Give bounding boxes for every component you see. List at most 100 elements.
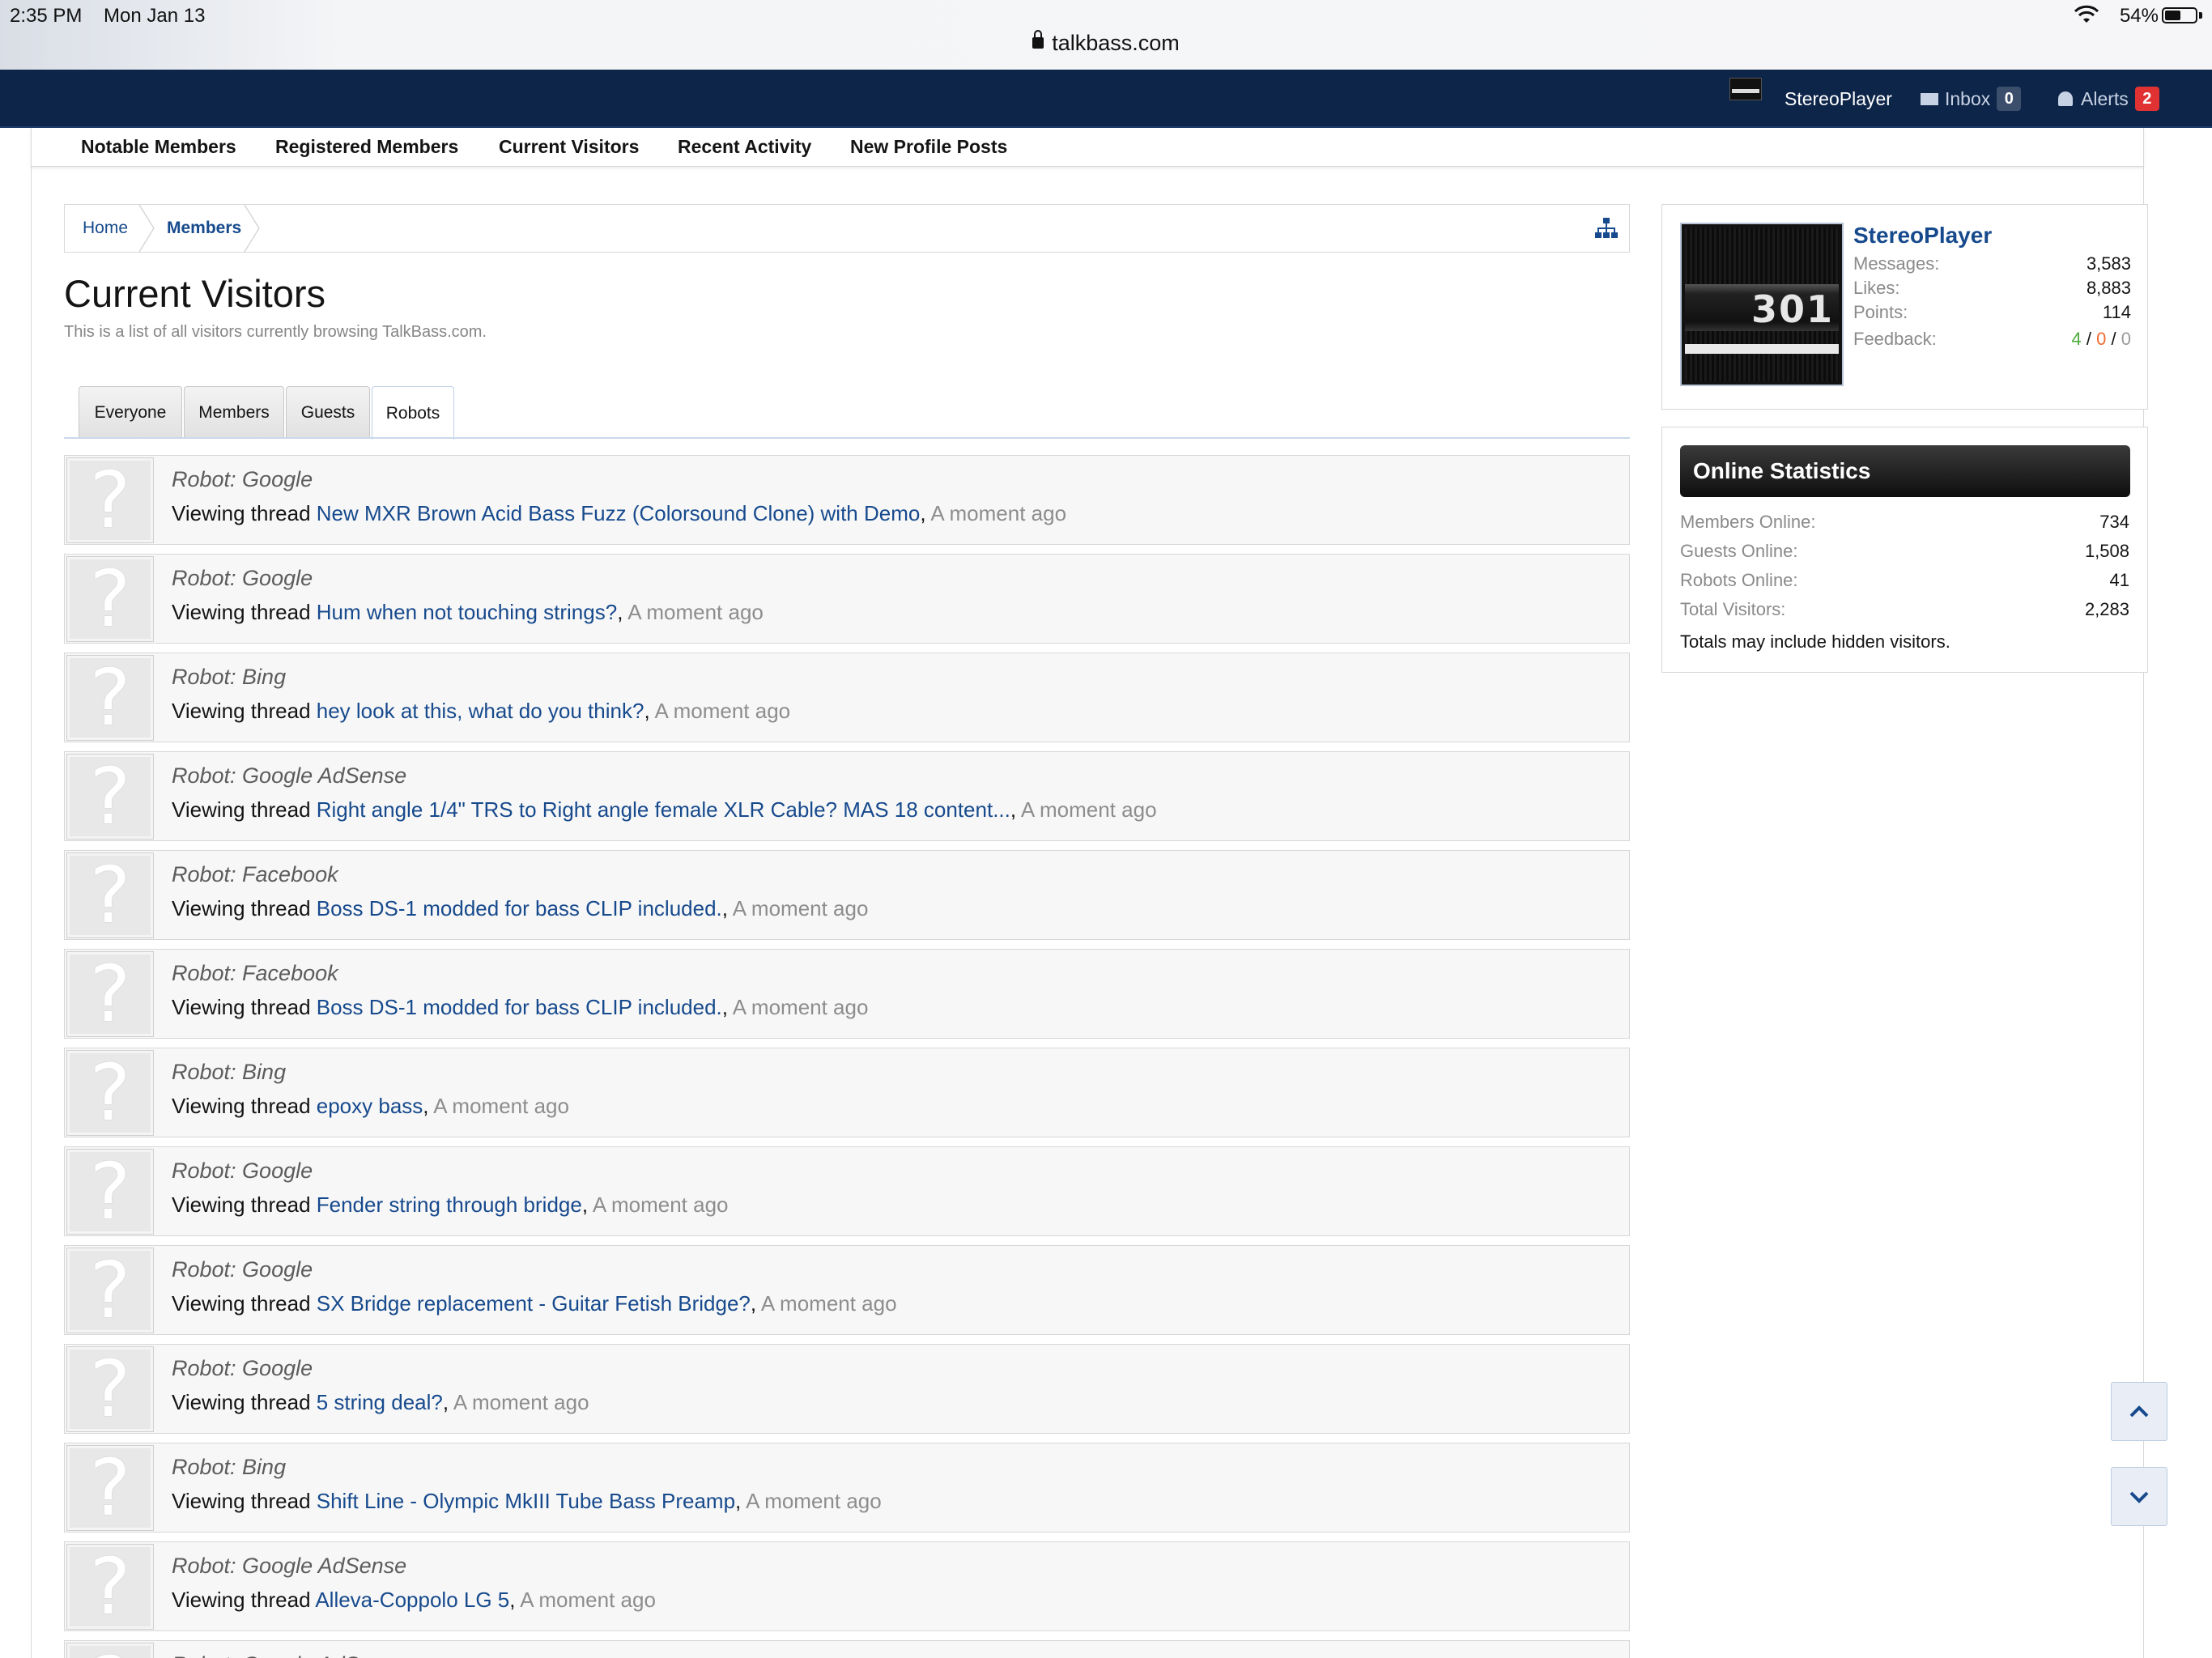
feedback-positive[interactable]: 4 (2072, 329, 2082, 349)
scroll-bottom-button[interactable] (2111, 1467, 2167, 1526)
page-description: This is a list of all visitors currently… (64, 323, 487, 341)
total-visitors-count: 2,283 (2084, 599, 2129, 619)
visitor-activity: Viewing thread Fender string through bri… (172, 1192, 729, 1217)
online-statistics-box: Online Statistics Members Online: 734 Gu… (1661, 427, 2148, 673)
feedback-neutral[interactable]: 0 (2096, 329, 2106, 349)
avatar-placeholder-glyph: ? (89, 1541, 131, 1632)
avatar-label: 301 (1750, 287, 1834, 331)
subnav-current-visitors[interactable]: Current Visitors (499, 136, 639, 158)
default-avatar-icon: ? (66, 1445, 154, 1531)
activity-time: A moment ago (760, 1291, 897, 1316)
top-navigation-bar: StereoPlayer Inbox 0 Alerts 2 (0, 70, 2212, 128)
thread-link[interactable]: Fender string through bridge (317, 1192, 582, 1217)
visitor-activity: Viewing thread epoxy bass, A moment ago (172, 1094, 569, 1118)
points-count: 114 (2102, 302, 2131, 322)
thread-link[interactable]: SX Bridge replacement - Guitar Fetish Br… (317, 1291, 751, 1316)
breadcrumb-separator (244, 205, 260, 252)
robot-name: Robot: Google (172, 1158, 313, 1183)
feedback-separator: / (2111, 329, 2116, 349)
thread-link[interactable]: 5 string deal? (317, 1390, 443, 1414)
thread-link[interactable]: Boss DS-1 modded for bass CLIP included. (317, 896, 722, 920)
activity-time: A moment ago (453, 1390, 589, 1414)
avatar-placeholder-glyph: ? (89, 1146, 131, 1237)
activity-time: A moment ago (627, 600, 764, 624)
address-bar[interactable]: talkbass.com (0, 29, 2212, 56)
activity-label: Viewing thread (172, 1390, 317, 1414)
default-avatar-icon: ? (66, 1544, 154, 1630)
feedback-values[interactable]: 4 / 0 / 0 (2072, 329, 2132, 350)
battery-percent: 54% (2119, 5, 2159, 27)
feedback-label: Feedback: (1853, 329, 1937, 349)
chevron-up-icon (2129, 1405, 2149, 1417)
alerts-label: Alerts (2081, 87, 2129, 109)
subnav-new-profile-posts[interactable]: New Profile Posts (850, 136, 1007, 158)
activity-time: A moment ago (930, 501, 1067, 525)
subnav-recent-activity[interactable]: Recent Activity (678, 136, 811, 158)
thread-link[interactable]: Shift Line - Olympic MkIII Tube Bass Pre… (317, 1489, 735, 1513)
default-avatar-icon: ? (66, 655, 154, 741)
subnav-registered-members[interactable]: Registered Members (275, 136, 458, 158)
activity-label: Viewing thread (172, 600, 317, 624)
members-online-count: 734 (2099, 512, 2129, 532)
breadcrumb-separator (138, 205, 155, 252)
username-link[interactable]: StereoPlayer (1784, 70, 1892, 128)
visitor-row: ? Robot: Google Viewing thread New MXR Bro… (64, 455, 1630, 545)
online-statistics-title: Online Statistics (1680, 445, 2130, 497)
alerts-count-badge: 2 (2134, 87, 2159, 111)
robot-name: Robot: Google (172, 1356, 313, 1380)
thread-link[interactable]: Boss DS-1 modded for bass CLIP included. (317, 995, 722, 1019)
visitor-row: ? Robot: Google AdSense Viewing thread All… (64, 1541, 1630, 1631)
alerts-link[interactable]: Alerts 2 (2058, 70, 2159, 128)
breadcrumb: Home Members (64, 204, 1630, 253)
messages-label: Messages: (1853, 253, 1940, 274)
visitor-row: ? Robot: Google AdSense Viewing thread Rig… (64, 751, 1630, 841)
avatar-placeholder-glyph: ? (89, 653, 131, 743)
sitemap-icon[interactable] (1595, 218, 1618, 239)
visitor-row: ? Robot: Google AdSense (64, 1640, 1630, 1658)
thread-link[interactable]: Alleva-Coppolo LG 5 (315, 1588, 509, 1612)
tab-everyone[interactable]: Everyone (79, 386, 182, 438)
avatar-stripe (1685, 344, 1839, 354)
activity-label: Viewing thread (172, 1489, 317, 1513)
battery-nub (2199, 12, 2202, 19)
url-text: talkbass.com (1052, 31, 1180, 55)
feedback-negative[interactable]: 0 (2121, 329, 2131, 349)
thread-link[interactable]: Right angle 1/4" TRS to Right angle fema… (317, 797, 1010, 822)
user-avatar-small[interactable] (1729, 78, 1762, 100)
thread-link[interactable]: Hum when not touching strings? (317, 600, 617, 624)
visitor-activity: Viewing thread Right angle 1/4" TRS to R… (172, 797, 1157, 822)
sidebar-username-link[interactable]: StereoPlayer (1853, 223, 1992, 249)
default-avatar-icon: ? (66, 754, 154, 840)
tab-members[interactable]: Members (184, 386, 284, 438)
robot-name: Robot: Google (172, 1257, 313, 1282)
robot-name: Robot: Bing (172, 1455, 287, 1479)
total-visitors-label: Total Visitors: (1680, 599, 1786, 619)
tab-robots[interactable]: Robots (372, 386, 454, 440)
thread-link[interactable]: epoxy bass (317, 1094, 423, 1118)
tab-guests[interactable]: Guests (286, 386, 370, 438)
user-info-box: 301 StereoPlayer Messages: 3,583 Likes: … (1661, 204, 2148, 410)
subnav-notable-members[interactable]: Notable Members (81, 136, 236, 158)
envelope-icon (1921, 92, 1938, 105)
breadcrumb-members[interactable]: Members (167, 219, 241, 238)
activity-label: Viewing thread (172, 699, 317, 723)
avatar-placeholder-glyph: ? (89, 1048, 131, 1138)
status-date: Mon Jan 13 (104, 5, 206, 27)
ios-status-bar: 2:35 PM Mon Jan 13 54% talkbass.com (0, 0, 2212, 70)
breadcrumb-home[interactable]: Home (83, 219, 128, 238)
visitor-activity: Viewing thread Boss DS-1 modded for bass… (172, 896, 869, 920)
inbox-link[interactable]: Inbox 0 (1921, 70, 2022, 128)
activity-time: A moment ago (732, 995, 869, 1019)
user-avatar[interactable]: 301 (1680, 223, 1844, 386)
visitor-row: ? Robot: Google Viewing thread Fender stri… (64, 1146, 1630, 1236)
activity-label: Viewing thread (172, 896, 317, 920)
robot-name: Robot: Bing (172, 1060, 287, 1084)
robots-online-count: 41 (2109, 570, 2129, 590)
thread-link[interactable]: New MXR Brown Acid Bass Fuzz (Colorsound… (317, 501, 921, 525)
activity-time: A moment ago (746, 1489, 882, 1513)
thread-link[interactable]: hey look at this, what do you think? (317, 699, 644, 723)
scroll-top-button[interactable] (2111, 1382, 2167, 1441)
activity-time: A moment ago (732, 896, 869, 920)
page-title: Current Visitors (64, 272, 326, 315)
visitor-activity: Viewing thread hey look at this, what do… (172, 699, 791, 723)
